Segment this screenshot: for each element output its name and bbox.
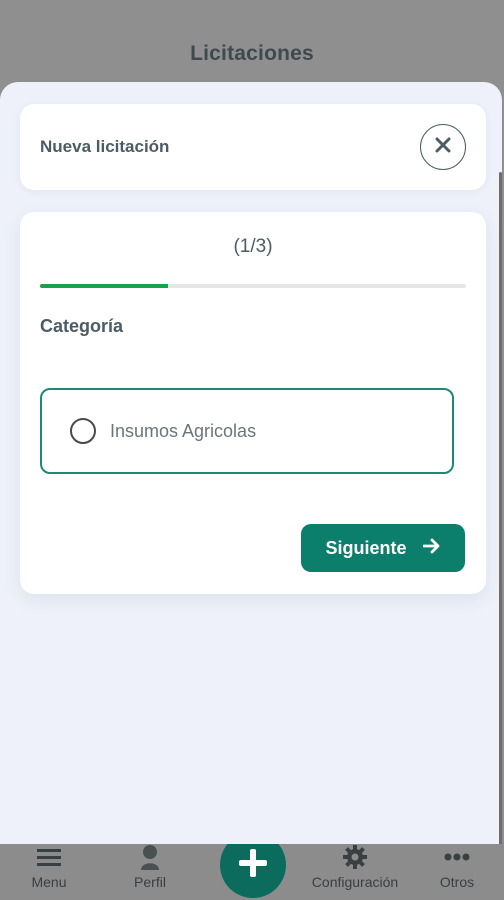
close-button[interactable] bbox=[420, 124, 466, 170]
sheet-title: Nueva licitación bbox=[40, 137, 170, 156]
close-icon bbox=[435, 137, 451, 158]
progress-bar bbox=[40, 284, 466, 288]
menu-icon bbox=[37, 844, 61, 870]
more-dots-icon bbox=[444, 844, 470, 870]
progress-fill bbox=[40, 284, 168, 288]
nav-item-otros[interactable]: Otros bbox=[432, 844, 482, 890]
step-card: (1/3) Categoría Insumos Agricolas Siguie… bbox=[20, 212, 486, 594]
nav-item-perfil[interactable]: Perfil bbox=[124, 844, 176, 890]
scrollbar[interactable] bbox=[499, 172, 502, 844]
new-tender-sheet: Nueva licitación (1/3) Categoría Insumos… bbox=[0, 82, 502, 844]
category-option-label: Insumos Agricolas bbox=[110, 420, 257, 441]
step-indicator: (1/3) bbox=[233, 236, 273, 257]
user-icon bbox=[139, 844, 161, 870]
arrow-right-icon bbox=[422, 538, 441, 559]
next-button-label: Siguiente bbox=[325, 537, 407, 558]
nav-label-perfil: Perfil bbox=[134, 874, 166, 890]
nav-item-configuracion[interactable]: Configuración bbox=[300, 844, 410, 890]
nav-item-menu[interactable]: Menu bbox=[28, 844, 70, 890]
next-button[interactable]: Siguiente bbox=[301, 524, 465, 572]
app-header: Licitaciones bbox=[0, 0, 504, 82]
nav-label-otros: Otros bbox=[439, 874, 475, 890]
sheet-header-card: Nueva licitación bbox=[20, 104, 486, 190]
nav-label-configuracion: Configuración bbox=[311, 874, 399, 890]
gear-icon bbox=[342, 844, 368, 870]
category-label: Categoría bbox=[40, 316, 124, 336]
plus-icon bbox=[237, 847, 269, 884]
app-title: Licitaciones bbox=[190, 42, 314, 65]
category-option-insumos-agricolas[interactable]: Insumos Agricolas bbox=[40, 388, 454, 474]
radio-button[interactable] bbox=[70, 418, 96, 444]
nav-label-menu: Menu bbox=[31, 874, 67, 890]
